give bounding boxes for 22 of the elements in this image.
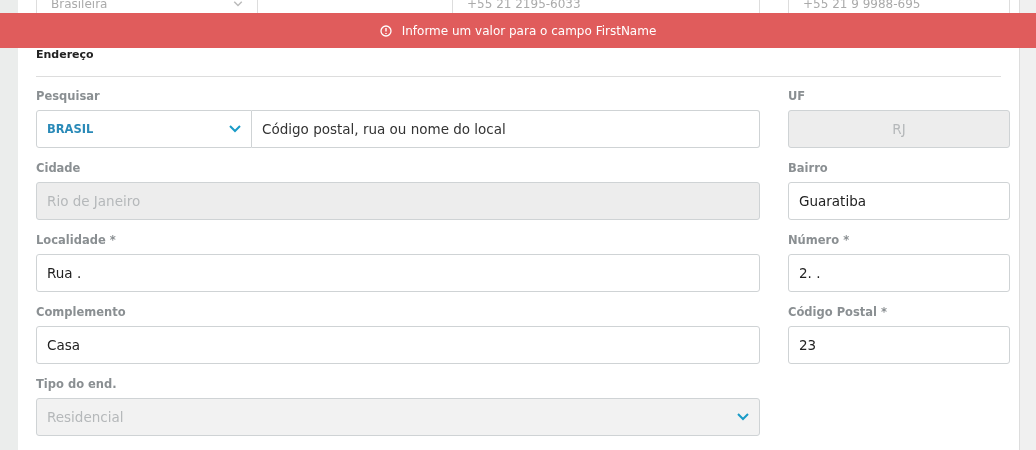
chevron-down-icon [229,125,241,133]
input-field[interactable]: 23 [788,326,1010,364]
section-title: Endereço [36,48,95,63]
toast-message: Informe um valor para o campo FirstName [401,23,657,38]
country-select[interactable]: BRASIL [36,110,252,148]
field-label: Tipo do end. [36,377,118,393]
input-field[interactable]: Guaratiba [788,182,1010,220]
input-field[interactable]: 2. . [788,254,1010,292]
field-label: Cidade [36,161,82,177]
field-label: Número * [788,233,851,249]
field-label: Bairro [788,161,829,177]
chevron-down-icon [233,1,243,7]
chevron-down-icon [737,413,749,421]
field-label: UF [788,89,807,105]
search-field[interactable]: Código postal, rua ou nome do local [252,110,760,148]
field-label: Código Postal * [788,305,889,321]
alert-icon [379,24,392,37]
input-field[interactable]: Rua . [36,254,760,292]
input-field[interactable]: Casa [36,326,760,364]
field-label: Localidade * [36,233,117,249]
field-label: Complemento [36,305,127,321]
field-label: Pesquisar [36,89,101,105]
